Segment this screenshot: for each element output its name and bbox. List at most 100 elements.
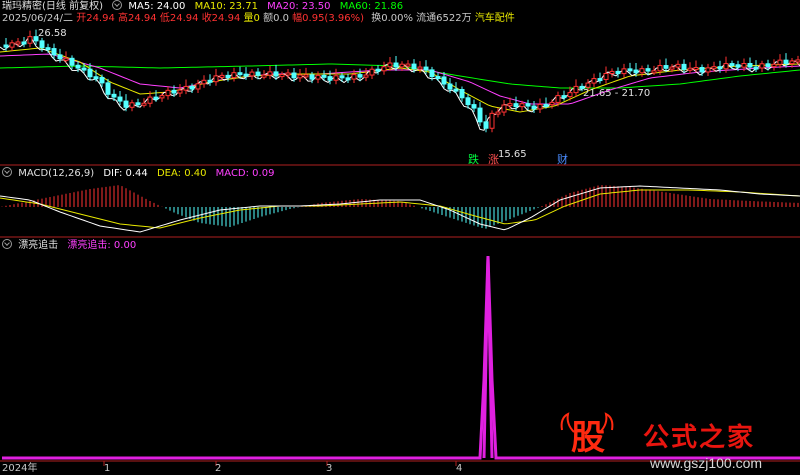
candle-body <box>663 65 669 69</box>
watermark-title: 公式之家 <box>643 423 756 453</box>
candle-body <box>303 74 309 78</box>
candle-body <box>609 70 615 74</box>
candle-body <box>333 75 339 81</box>
candle-body <box>765 63 771 68</box>
candle-body <box>63 57 69 61</box>
candle-body <box>693 67 699 71</box>
tag-die[interactable]: 跌 <box>468 154 479 166</box>
candle-body <box>735 64 741 68</box>
candle-body <box>519 103 525 108</box>
candle-body <box>399 63 405 68</box>
candle-body <box>51 48 57 56</box>
candle-body <box>567 92 573 98</box>
stock-title-row: 瑞玛精密(日线 前复权) MA5: 24.00 MA10: 23.71 MA20… <box>2 0 403 13</box>
candle-body <box>123 100 129 108</box>
candle-body <box>201 79 207 85</box>
candle-body <box>723 63 729 70</box>
xaxis-label-4: 4 <box>456 463 463 474</box>
indicator-name[interactable]: 漂亮追击 <box>18 240 58 251</box>
candle-body <box>111 93 117 98</box>
candle-body <box>129 102 135 108</box>
candle-body <box>141 102 147 106</box>
candle-body <box>513 103 519 108</box>
candle-body <box>279 74 285 78</box>
candle-body <box>219 74 225 78</box>
candle-body <box>561 95 567 99</box>
candle-body <box>441 76 447 85</box>
candle-body <box>291 72 297 79</box>
candle-body <box>117 96 123 102</box>
candle-body <box>771 63 777 68</box>
candle-body <box>243 73 249 77</box>
candle-body <box>99 76 105 84</box>
candle-body <box>375 68 381 72</box>
candle-body <box>465 97 471 106</box>
candle-body <box>381 66 387 72</box>
indicator-settings-icon[interactable] <box>2 239 12 249</box>
candle-body <box>81 67 87 71</box>
candle-body <box>783 59 789 65</box>
candle-body <box>165 89 171 97</box>
candle-body <box>255 71 261 76</box>
quote-open: 开24.94 <box>76 13 115 24</box>
candle-body <box>87 68 93 78</box>
candle-body <box>75 64 81 69</box>
candle-body <box>39 40 45 49</box>
tag-zhang[interactable]: 涨 <box>488 154 499 166</box>
candle-body <box>537 103 543 110</box>
macd-value: MACD: 0.09 <box>215 168 275 179</box>
macd-label[interactable]: MACD(12,26,9) <box>18 168 94 179</box>
candle-body <box>309 74 315 80</box>
candle-body <box>423 66 429 71</box>
candle-body <box>753 66 759 70</box>
candle-body <box>459 88 465 99</box>
indicator-spike-inner <box>482 255 494 459</box>
candle-body <box>615 70 621 75</box>
candle-body <box>705 67 711 73</box>
candle-body <box>153 96 159 100</box>
candle-body <box>639 68 645 74</box>
candle-body <box>177 89 183 94</box>
candle-body <box>45 47 51 51</box>
chart-canvas[interactable] <box>0 0 800 475</box>
dea-line <box>0 189 800 229</box>
stock-chart-window: 瑞玛精密(日线 前复权) MA5: 24.00 MA10: 23.71 MA20… <box>0 0 800 475</box>
candle-body <box>159 95 165 99</box>
stock-name[interactable]: 瑞玛精密(日线 前复权) <box>2 1 103 12</box>
macd-settings-icon[interactable] <box>2 167 12 177</box>
macd-dea: DEA: 0.40 <box>156 168 207 179</box>
candle-body <box>171 89 177 94</box>
candle-body <box>489 112 495 129</box>
quote-high: 高24.94 <box>118 13 157 24</box>
quote-close: 收24.94 <box>201 13 241 24</box>
candle-body <box>147 96 153 104</box>
candle-body <box>21 41 27 45</box>
candle-body <box>393 62 399 68</box>
price-high-label: 26.58 <box>38 28 67 39</box>
dif-line <box>0 185 800 233</box>
ma20-value: MA20: 23.50 <box>267 1 331 12</box>
candle-body <box>585 82 591 88</box>
candle-body <box>717 66 723 70</box>
xaxis-label-0: 2024年 <box>2 463 38 474</box>
settings-toggle-icon[interactable] <box>112 0 123 10</box>
candle-body <box>183 85 189 91</box>
candle-body <box>789 60 795 65</box>
candle-body <box>429 69 435 78</box>
candle-body <box>621 68 627 75</box>
candle-body <box>387 62 393 68</box>
candle-body <box>27 36 33 44</box>
candle-body <box>69 57 75 66</box>
candle-body <box>699 67 705 73</box>
candle-body <box>321 74 327 78</box>
candle-body <box>651 70 657 74</box>
tag-cai[interactable]: 财 <box>557 154 568 166</box>
candle-body <box>363 74 369 78</box>
ma10-value: MA10: 23.71 <box>194 1 258 12</box>
quote-turnover: 换0.00% <box>371 13 413 24</box>
quote-row: 2025/06/24/二 开24.94 高24.94 低24.94 收24.94… <box>2 13 515 25</box>
candle-body <box>93 76 99 80</box>
candle-body <box>135 102 141 106</box>
candle-body <box>249 71 255 77</box>
quote-amount: 额0.0 <box>263 13 289 24</box>
